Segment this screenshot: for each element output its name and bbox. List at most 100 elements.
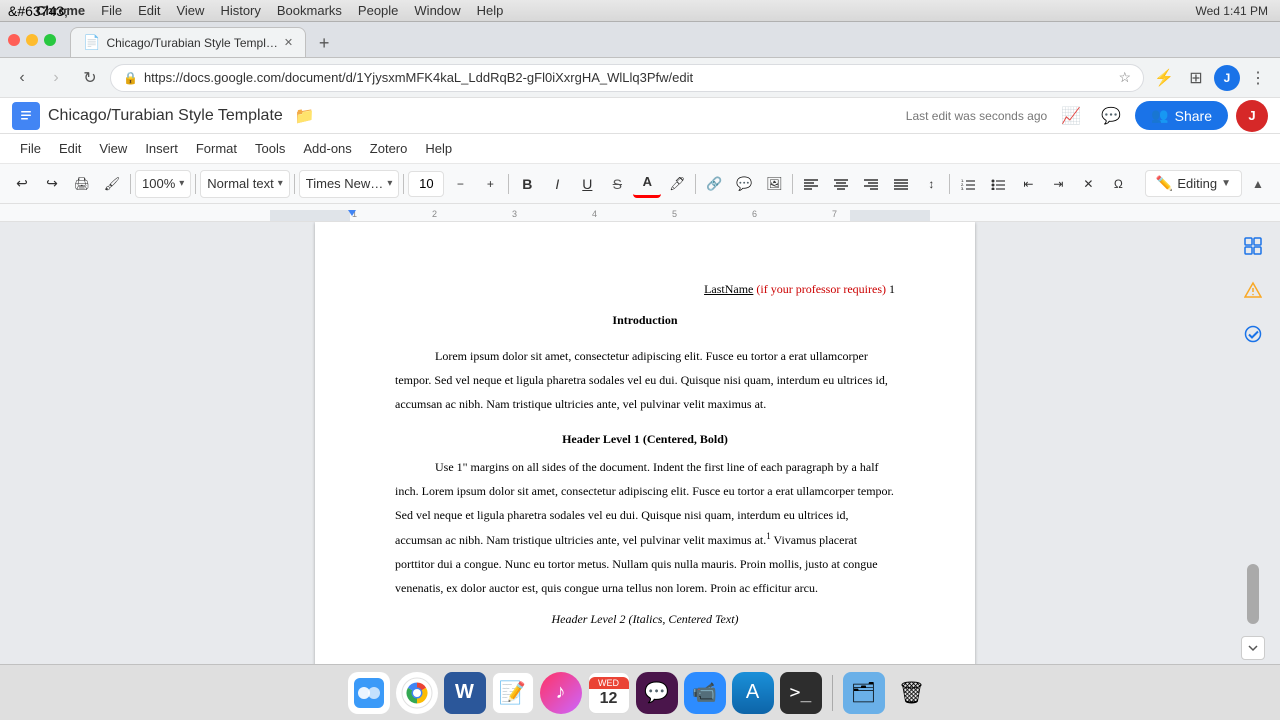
menu-view[interactable]: View: [176, 3, 204, 18]
para-1-text: Lorem ipsum dolor sit amet, consectetur …: [395, 344, 895, 416]
menu-bookmarks[interactable]: Bookmarks: [277, 3, 342, 18]
menu-file[interactable]: File: [101, 3, 122, 18]
move-to-folder-icon[interactable]: 📁: [295, 106, 315, 126]
menu-edit[interactable]: Edit: [51, 137, 89, 160]
tab-favicon-icon: 📄: [83, 34, 100, 51]
dock-itunes-icon[interactable]: ♪: [540, 672, 582, 714]
share-button[interactable]: 👥 Share: [1135, 101, 1228, 130]
right-panel-check-icon[interactable]: [1237, 318, 1269, 350]
insert-link-button[interactable]: 🔗: [700, 170, 728, 198]
numbered-list-button[interactable]: 1.2.3.: [954, 170, 982, 198]
dock-calendar-icon[interactable]: WED 12: [588, 672, 630, 714]
font-size-increase-button[interactable]: +: [476, 170, 504, 198]
redo-button[interactable]: ↪: [38, 170, 66, 198]
browser-tab-active[interactable]: 📄 Chicago/Turabian Style Templ… ✕: [70, 27, 306, 57]
back-button[interactable]: ‹: [8, 64, 36, 92]
doc-header: LastName (if your professor requires) 1: [395, 282, 895, 297]
bold-button[interactable]: B: [513, 170, 541, 198]
scroll-to-bottom-button[interactable]: [1241, 636, 1265, 660]
highlight-button[interactable]: 🖊: [663, 170, 691, 198]
paint-format-button[interactable]: 🖌: [98, 170, 126, 198]
insert-image-button[interactable]: 🖼: [760, 170, 788, 198]
dock-word-icon[interactable]: W: [444, 672, 486, 714]
align-right-button[interactable]: [857, 170, 885, 198]
menu-help[interactable]: Help: [477, 3, 504, 18]
chrome-address-bar: ‹ › ↻ 🔒 https://docs.google.com/document…: [0, 58, 1280, 98]
reload-button[interactable]: ↻: [76, 64, 104, 92]
doc-scroll-area[interactable]: LastName (if your professor requires) 1 …: [65, 222, 1225, 664]
chrome-user-avatar[interactable]: J: [1214, 65, 1240, 91]
menu-insert[interactable]: Insert: [137, 137, 186, 160]
comments-icon[interactable]: 💬: [1095, 100, 1127, 132]
document-title[interactable]: Chicago/Turabian Style Template: [48, 107, 283, 125]
toolbar-separator-5: [508, 174, 509, 194]
font-size-decrease-button[interactable]: −: [446, 170, 474, 198]
menu-window[interactable]: Window: [414, 3, 460, 18]
toolbar-separator-2: [195, 174, 196, 194]
apple-icon[interactable]: &#63743;: [8, 3, 68, 19]
decrease-indent-button[interactable]: ⇤: [1014, 170, 1042, 198]
special-char-button[interactable]: Ω: [1104, 170, 1132, 198]
gdocs-menubar: File Edit View Insert Format Tools Add-o…: [0, 134, 1280, 164]
chrome-insights-icon[interactable]: ⚡: [1150, 64, 1178, 92]
justify-button[interactable]: [887, 170, 915, 198]
dock-finder-icon[interactable]: [348, 672, 390, 714]
undo-button[interactable]: ↩: [8, 170, 36, 198]
window-minimize-button[interactable]: [26, 34, 38, 46]
chrome-sidebar-icon[interactable]: ⊞: [1182, 64, 1210, 92]
bookmark-icon[interactable]: ☆: [1118, 69, 1131, 86]
dock-trash-icon[interactable]: 🗑: [891, 672, 933, 714]
font-size-input[interactable]: [408, 171, 444, 197]
forward-button[interactable]: ›: [42, 64, 70, 92]
menu-zotero[interactable]: Zotero: [362, 137, 416, 160]
zoom-dropdown[interactable]: 100% ▾: [135, 170, 191, 198]
increase-indent-button[interactable]: ⇥: [1044, 170, 1072, 198]
tab-close-button[interactable]: ✕: [284, 36, 293, 49]
toolbar-collapse-button[interactable]: ▲: [1244, 170, 1272, 198]
bullet-list-button[interactable]: [984, 170, 1012, 198]
right-panel-grid-icon[interactable]: [1237, 230, 1269, 262]
editing-mode-dropdown[interactable]: ✏️ Editing ▼: [1145, 170, 1242, 197]
gdocs-user-avatar[interactable]: J: [1236, 100, 1268, 132]
paragraph-style-dropdown[interactable]: Normal text ▾: [200, 170, 290, 198]
new-tab-button[interactable]: +: [310, 29, 338, 57]
underline-button[interactable]: U: [573, 170, 601, 198]
dock-finder-window-icon[interactable]: 🗂: [843, 672, 885, 714]
address-input[interactable]: 🔒 https://docs.google.com/document/d/1Yj…: [110, 64, 1144, 92]
ruler: 1 2 3 4 5 6 7: [0, 204, 1280, 222]
dock-zoom-icon[interactable]: 📹: [684, 672, 726, 714]
window-close-button[interactable]: [8, 34, 20, 46]
scrollbar-thumb[interactable]: [1247, 564, 1259, 624]
menu-tools[interactable]: Tools: [247, 137, 293, 160]
italic-button[interactable]: I: [543, 170, 571, 198]
dock-terminal-icon[interactable]: >_: [780, 672, 822, 714]
paragraph-style-chevron-icon: ▾: [278, 178, 283, 189]
align-center-button[interactable]: [827, 170, 855, 198]
menu-people[interactable]: People: [358, 3, 398, 18]
print-button[interactable]: 🖨: [68, 170, 96, 198]
line-spacing-button[interactable]: ↕: [917, 170, 945, 198]
insert-comment-button[interactable]: 💬: [730, 170, 758, 198]
align-left-button[interactable]: [797, 170, 825, 198]
gdocs-logo-icon: [12, 102, 40, 130]
menu-help[interactable]: Help: [417, 137, 460, 160]
window-maximize-button[interactable]: [44, 34, 56, 46]
chrome-tab-bar: 📄 Chicago/Turabian Style Templ… ✕ +: [0, 22, 1280, 58]
right-panel-warning-icon[interactable]: [1237, 274, 1269, 306]
menu-format[interactable]: Format: [188, 137, 245, 160]
dock-slack-icon[interactable]: 💬: [636, 672, 678, 714]
dock-appstore-icon[interactable]: A: [732, 672, 774, 714]
clear-formatting-button[interactable]: ✕: [1074, 170, 1102, 198]
menu-view[interactable]: View: [91, 137, 135, 160]
font-dropdown[interactable]: Times New… ▾: [299, 170, 400, 198]
menu-history[interactable]: History: [220, 3, 260, 18]
dock-notes-icon[interactable]: 📝: [492, 672, 534, 714]
strikethrough-button[interactable]: S: [603, 170, 631, 198]
menu-addons[interactable]: Add-ons: [295, 137, 359, 160]
chrome-menu-icon[interactable]: ⋮: [1244, 64, 1272, 92]
text-color-button[interactable]: A: [633, 170, 661, 198]
dock-chrome-icon[interactable]: [396, 672, 438, 714]
menu-file[interactable]: File: [12, 137, 49, 160]
menu-edit[interactable]: Edit: [138, 3, 160, 18]
show-history-icon[interactable]: 📈: [1055, 100, 1087, 132]
